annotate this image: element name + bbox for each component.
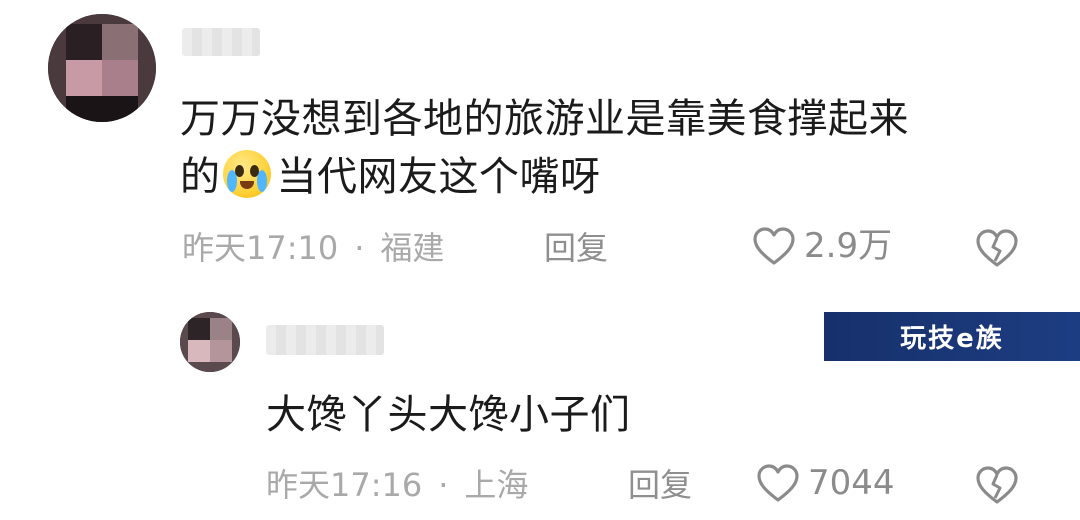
comment-text-line: 当代网友这个嘴呀 — [276, 154, 601, 200]
reply-button[interactable]: 回复 — [544, 228, 608, 268]
heart-outline-icon — [757, 464, 799, 502]
comment-text: 万万没想到各地的旅游业是靠美食撑起来 — [180, 90, 909, 148]
like-button[interactable]: 2.9万 — [752, 226, 892, 266]
crying-laughing-emoji-icon — [222, 150, 271, 198]
comment-meta: 昨天17:16 · 上海 — [266, 465, 528, 505]
broken-heart-icon[interactable] — [974, 465, 1020, 505]
comment-thread: 万万没想到各地的旅游业是靠美食撑起来 的当代网友这个嘴呀 昨天17:10 · 福建 … — [0, 0, 1080, 520]
reply-button[interactable]: 回复 — [628, 465, 692, 505]
like-count: 7044 — [808, 463, 895, 503]
comment-location: 福建 — [380, 229, 445, 267]
meta-separator: · — [354, 229, 365, 267]
watermark-logo: 玩技e族 — [824, 312, 1080, 361]
comment-text-line: 万万没想到各地的旅游业是靠美食撑起来 — [180, 96, 909, 142]
comment-meta: 昨天17:10 · 福建 — [182, 228, 444, 268]
reply-text: 大馋丫头大馋小子们 — [266, 392, 631, 438]
username-blurred[interactable] — [182, 28, 260, 56]
like-count: 2.9万 — [804, 226, 893, 266]
broken-heart-icon[interactable] — [974, 228, 1020, 268]
heart-outline-icon — [753, 227, 795, 265]
comment-text-line: 的 — [180, 154, 221, 200]
comment-text: 的 当代网友这个嘴呀 — [180, 148, 601, 206]
like-button[interactable]: 7044 — [756, 463, 895, 503]
comment-time: 昨天17:10 — [182, 229, 339, 267]
avatar[interactable] — [48, 14, 156, 122]
avatar[interactable] — [180, 312, 240, 372]
comment-location: 上海 — [464, 466, 529, 504]
meta-separator: · — [438, 466, 449, 504]
username-blurred[interactable] — [266, 325, 384, 355]
comment-time: 昨天17:16 — [266, 466, 423, 504]
